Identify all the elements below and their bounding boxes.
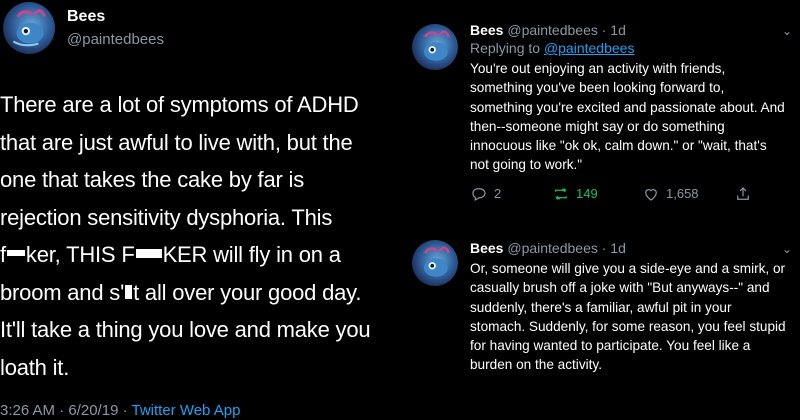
display-name[interactable]: Bees bbox=[470, 240, 503, 256]
main-tweet: Bees @paintedbees There are a lot of sym… bbox=[0, 0, 402, 420]
thread-panel: ⌄ Bees @paintedbees · 1d Replying to @pa… bbox=[408, 0, 800, 420]
retweet-count: 149 bbox=[576, 186, 598, 202]
share-icon bbox=[737, 186, 749, 200]
tweet-text: Or, someone will give you a side-eye and… bbox=[470, 261, 786, 373]
heart-icon bbox=[645, 188, 657, 201]
like-count: 1,658 bbox=[666, 186, 699, 202]
reply-count: 2 bbox=[494, 186, 502, 202]
replying-to: Replying to @paintedbees bbox=[470, 40, 788, 56]
avatar[interactable] bbox=[412, 24, 458, 70]
retweet-button[interactable]: 149 bbox=[552, 185, 598, 203]
text-fragment: ker, THIS F bbox=[25, 242, 135, 267]
reply-icon bbox=[472, 187, 486, 201]
bee-avatar-icon bbox=[423, 246, 451, 277]
tweet-line: rejection sensitivity dysphoria. This bbox=[0, 204, 333, 230]
tweet-line: loath it. bbox=[0, 354, 70, 380]
bee-avatar-icon bbox=[423, 30, 451, 61]
text-fragment: KER will fly in on a bbox=[162, 242, 341, 267]
text-fragment: broom and s' bbox=[0, 279, 125, 305]
like-button[interactable]: 1,658 bbox=[642, 185, 699, 203]
tweet-line: that are just awful to live with, but th… bbox=[0, 129, 353, 155]
tweet-line: broom and s' t all over your good day. bbox=[0, 274, 402, 312]
handle-time[interactable]: @paintedbees · 1d bbox=[507, 240, 626, 256]
censor-bar bbox=[135, 248, 162, 258]
text-fragment: t all over your good day. bbox=[133, 279, 362, 305]
source-app-link[interactable]: Twitter Web App bbox=[131, 402, 240, 419]
tweet-header: Bees @paintedbees · 1d bbox=[470, 22, 788, 38]
handle-time[interactable]: @paintedbees · 1d bbox=[507, 22, 626, 38]
tweet-actions: 2 149 1,658 bbox=[470, 185, 788, 209]
retweet-icon bbox=[555, 188, 567, 200]
share-button[interactable] bbox=[734, 185, 752, 203]
tweet-line: It'll take a thing you love and make you bbox=[0, 317, 371, 342]
tweet-meta: 3:26 AM · 6/20/19 · Twitter Web App bbox=[0, 402, 240, 419]
censor-bar bbox=[125, 284, 133, 299]
bee-avatar-icon bbox=[12, 9, 47, 47]
censor-bar bbox=[6, 250, 25, 257]
tweet-line: f ker, THIS F KER will fly in on a bbox=[0, 236, 402, 274]
reply-button[interactable]: 2 bbox=[470, 185, 501, 203]
tweet-text: You're out enjoying an activity with fri… bbox=[470, 61, 785, 173]
replying-handle-link[interactable]: @paintedbees bbox=[544, 40, 635, 56]
tweet-line: one that takes the cake by far is bbox=[0, 167, 305, 192]
display-name[interactable]: Bees bbox=[470, 22, 503, 38]
display-name[interactable]: Bees bbox=[67, 8, 105, 26]
tweet-line: There are a lot of symptoms of ADHD bbox=[0, 92, 359, 117]
user-handle[interactable]: @paintedbees bbox=[67, 31, 164, 48]
tweet-text: There are a lot of symptoms of ADHD that… bbox=[0, 86, 402, 386]
tweet-header: Bees @paintedbees · 1d bbox=[470, 240, 788, 256]
replying-label: Replying to bbox=[470, 40, 544, 56]
tweet-timestamp[interactable]: 3:26 AM · 6/20/19 · bbox=[0, 402, 131, 419]
avatar[interactable] bbox=[3, 2, 55, 54]
text-fragment: f bbox=[0, 242, 6, 267]
avatar[interactable] bbox=[412, 240, 458, 286]
